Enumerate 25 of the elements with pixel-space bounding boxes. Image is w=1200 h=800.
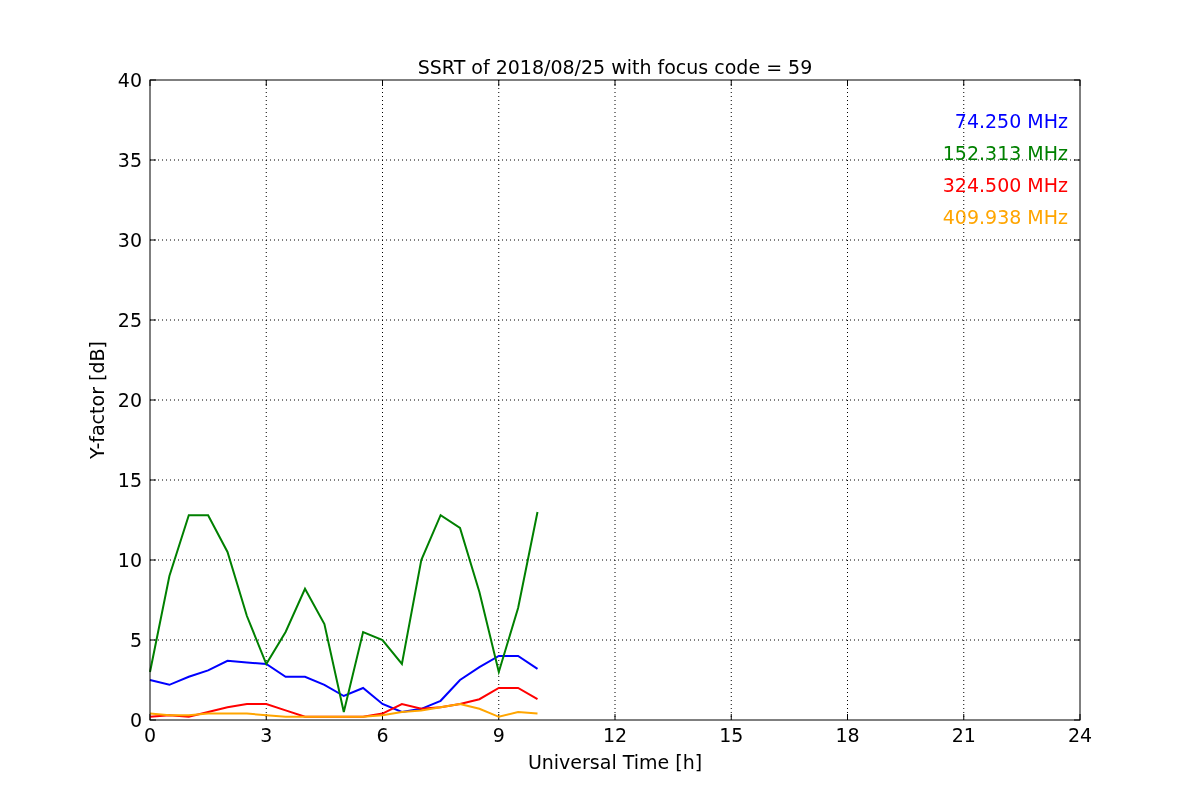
y-axis-label: Y-factor [dB] [86, 341, 108, 459]
x-tick-label: 21 [951, 724, 976, 746]
x-tick-label: 12 [602, 724, 628, 746]
x-axis-label: Universal Time [h] [527, 751, 703, 773]
y-tick-label: 10 [117, 549, 142, 571]
x-tick-label: 0 [143, 724, 157, 746]
x-tick-label: 24 [1067, 724, 1093, 746]
y-tick-label: 20 [117, 389, 142, 411]
legend-label: 74.250 MHz [954, 110, 1068, 132]
legend-label: 152.313 MHz [942, 142, 1068, 164]
y-tick-label: 0 [129, 709, 142, 731]
x-tick-label: 9 [492, 724, 505, 746]
chart-title: SSRT of 2018/08/25 with focus code = 59 [417, 56, 813, 78]
x-tick-label: 15 [719, 724, 744, 746]
y-tick-label: 35 [117, 149, 142, 171]
y-tick-label: 15 [117, 469, 142, 491]
y-tick-label: 30 [117, 229, 142, 251]
y-tick-label: 5 [129, 629, 142, 651]
x-tick-label: 3 [260, 724, 273, 746]
y-tick-label: 40 [117, 69, 142, 91]
x-tick-label: 18 [835, 724, 860, 746]
y-tick-label: 25 [117, 309, 142, 331]
legend-label: 409.938 MHz [942, 206, 1068, 228]
x-tick-label: 6 [376, 724, 389, 746]
legend-label: 324.500 MHz [942, 174, 1068, 196]
